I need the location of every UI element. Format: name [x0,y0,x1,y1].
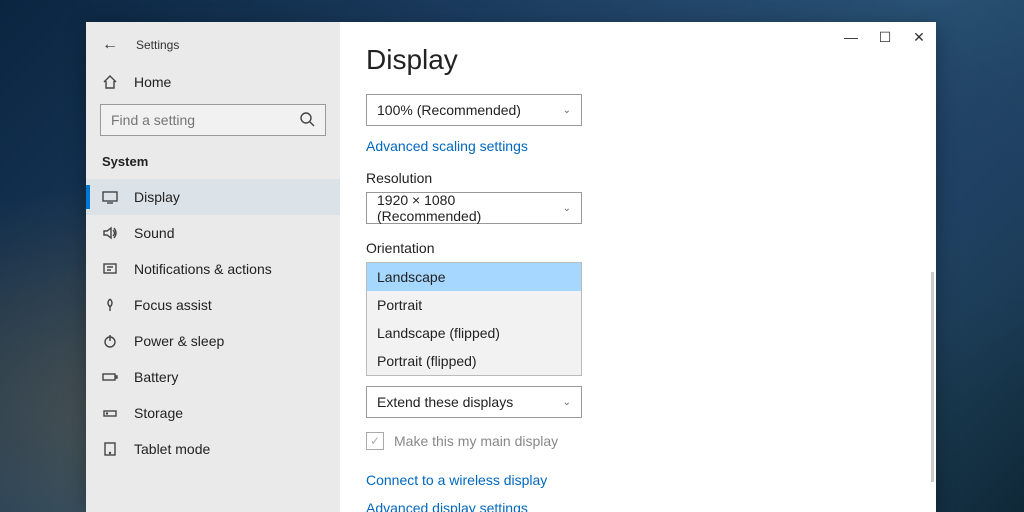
sound-icon [102,225,118,241]
orientation-label: Orientation [366,240,910,256]
settings-window: ← Settings Home System Display Sound Not… [86,22,936,512]
advanced-display-link[interactable]: Advanced display settings [366,500,910,512]
orientation-dropdown-open[interactable]: Landscape Portrait Landscape (flipped) P… [366,262,582,376]
sidebar-item-tablet-mode[interactable]: Tablet mode [86,431,340,467]
home-row[interactable]: Home [86,66,340,98]
search-icon [299,111,315,130]
notifications-icon [102,261,118,277]
resolution-value: 1920 × 1080 (Recommended) [377,192,563,224]
main-display-label: Make this my main display [394,433,558,449]
sidebar-item-label: Power & sleep [134,333,224,349]
sidebar: ← Settings Home System Display Sound Not… [86,22,340,512]
multiple-displays-dropdown[interactable]: Extend these displays ⌄ [366,386,582,418]
back-arrow-icon[interactable]: ← [102,36,118,54]
scrollbar[interactable] [931,272,934,482]
sidebar-item-power-sleep[interactable]: Power & sleep [86,323,340,359]
search-input[interactable] [111,112,299,128]
home-icon [102,74,118,90]
orientation-option-landscape[interactable]: Landscape [367,263,581,291]
sidebar-item-display[interactable]: Display [86,179,340,215]
main-content: — ☐ ✕ Display 100% (Recommended) ⌄ Advan… [340,22,936,512]
multiple-displays-value: Extend these displays [377,394,513,410]
close-button[interactable]: ✕ [902,22,936,52]
section-header: System [86,146,340,179]
sidebar-item-label: Sound [134,225,174,241]
search-input-container[interactable] [100,104,326,136]
orientation-option-portrait-flipped[interactable]: Portrait (flipped) [367,347,581,375]
chevron-down-icon: ⌄ [563,203,571,214]
sidebar-item-battery[interactable]: Battery [86,359,340,395]
scale-value: 100% (Recommended) [377,102,521,118]
focus-assist-icon [102,297,118,313]
display-icon [102,189,118,205]
advanced-scaling-link[interactable]: Advanced scaling settings [366,138,910,154]
page-title: Display [366,44,910,76]
sidebar-item-sound[interactable]: Sound [86,215,340,251]
sidebar-item-label: Focus assist [134,297,212,313]
sidebar-item-label: Tablet mode [134,441,210,457]
chevron-down-icon: ⌄ [563,105,571,116]
resolution-label: Resolution [366,170,910,186]
maximize-button[interactable]: ☐ [868,22,902,52]
chevron-down-icon: ⌄ [563,397,571,408]
sidebar-item-label: Storage [134,405,183,421]
sidebar-item-label: Notifications & actions [134,261,272,277]
main-display-checkbox-row: ✓ Make this my main display [366,432,910,450]
main-display-checkbox[interactable]: ✓ [366,432,384,450]
sidebar-item-focus-assist[interactable]: Focus assist [86,287,340,323]
window-title: Settings [136,38,179,52]
resolution-dropdown[interactable]: 1920 × 1080 (Recommended) ⌄ [366,192,582,224]
scale-dropdown[interactable]: 100% (Recommended) ⌄ [366,94,582,126]
power-icon [102,333,118,349]
sidebar-item-label: Display [134,189,180,205]
tablet-icon [102,441,118,457]
sidebar-item-storage[interactable]: Storage [86,395,340,431]
orientation-option-portrait[interactable]: Portrait [367,291,581,319]
battery-icon [102,369,118,385]
wireless-display-link[interactable]: Connect to a wireless display [366,472,910,488]
sidebar-item-notifications[interactable]: Notifications & actions [86,251,340,287]
storage-icon [102,405,118,421]
minimize-button[interactable]: — [834,22,868,52]
sidebar-item-label: Battery [134,369,178,385]
home-label: Home [134,74,171,90]
window-controls: — ☐ ✕ [834,22,936,52]
orientation-option-landscape-flipped[interactable]: Landscape (flipped) [367,319,581,347]
